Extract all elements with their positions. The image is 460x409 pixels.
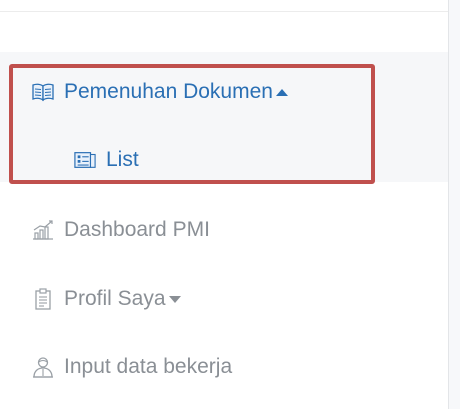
top-bar: [0, 0, 448, 12]
caret-up-icon: [275, 88, 288, 96]
chart-icon: [32, 219, 54, 241]
sidebar-item-label: List: [106, 148, 139, 171]
book-icon: [32, 81, 54, 103]
content-pane-edge: [448, 0, 460, 409]
sidebar-item-label: Input data bekerja: [64, 355, 233, 378]
clipboard-icon: [32, 288, 54, 310]
sidebar-item-label: Pemenuhan Dokumen: [64, 80, 273, 103]
sidebar-subitem-list[interactable]: List: [74, 140, 139, 180]
sidebar-item-label: Dashboard PMI: [64, 218, 210, 241]
sidebar-item-pemenuhan-dokumen[interactable]: Pemenuhan Dokumen: [32, 72, 288, 112]
sidebar-item-dashboard-pmi[interactable]: Dashboard PMI: [32, 210, 210, 250]
user-icon: [32, 356, 54, 378]
sidebar-item-profil-saya[interactable]: Profil Saya: [32, 279, 181, 319]
sidebar-item-label: Profil Saya: [64, 287, 166, 310]
app-frame: Pemenuhan Dokumen List Dashboard PMI Pro…: [0, 0, 460, 409]
caret-down-icon: [168, 295, 181, 303]
list-icon: [74, 149, 96, 171]
sidebar-item-input-data-bekerja[interactable]: Input data bekerja: [32, 347, 232, 387]
